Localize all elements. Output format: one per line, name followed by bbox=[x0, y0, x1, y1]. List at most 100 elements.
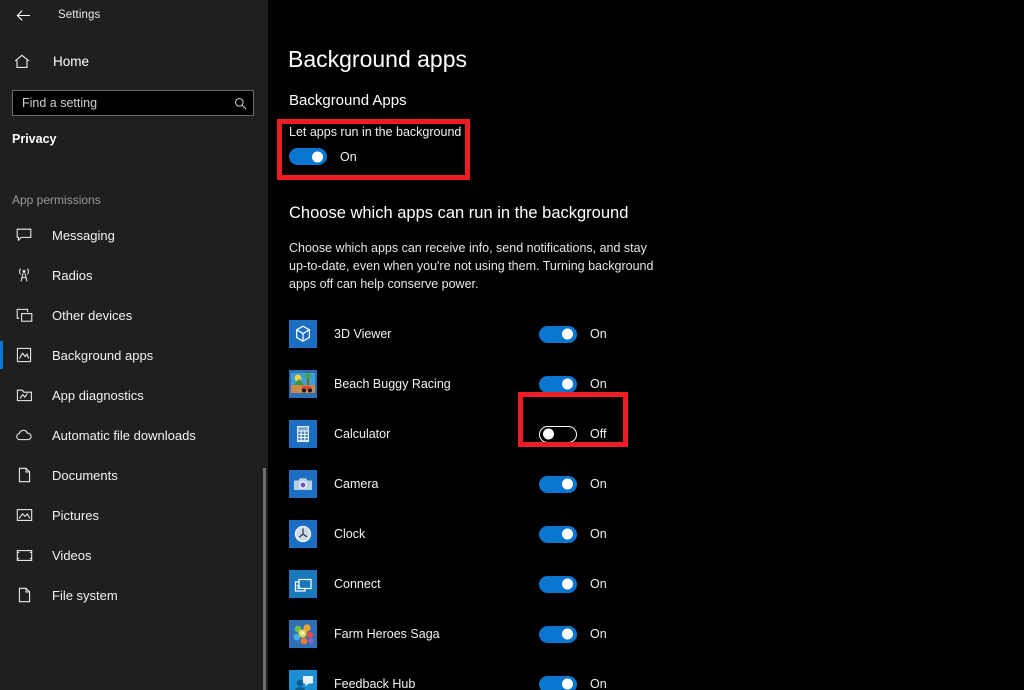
sidebar-item-label: Automatic file downloads bbox=[52, 428, 196, 443]
toggle-knob bbox=[562, 379, 573, 390]
main-content: Background apps Background Apps Let apps… bbox=[268, 0, 1024, 690]
table-row: 3D Viewer On bbox=[268, 309, 1024, 359]
app-name: Feedback Hub bbox=[334, 677, 534, 690]
title-bar: Settings bbox=[0, 0, 268, 30]
beach-buggy-racing-icon bbox=[289, 370, 317, 398]
sidebar-item-documents[interactable]: Documents bbox=[0, 455, 268, 495]
app-name: Clock bbox=[334, 527, 534, 541]
app-toggle-state: On bbox=[590, 677, 607, 690]
app-toggle-state: On bbox=[590, 577, 607, 591]
settings-window: Settings Home Privacy App permissions bbox=[0, 0, 1024, 690]
app-toggle[interactable] bbox=[539, 626, 577, 643]
calculator-icon bbox=[289, 420, 317, 448]
home-icon bbox=[14, 54, 36, 69]
picture-icon bbox=[14, 505, 34, 525]
sidebar-item-label: Pictures bbox=[52, 508, 99, 523]
app-toggle[interactable] bbox=[539, 576, 577, 593]
sidebar-scrollbar[interactable] bbox=[263, 468, 266, 690]
toggle-knob bbox=[562, 479, 573, 490]
sidebar-item-label: Messaging bbox=[52, 228, 115, 243]
background-apps-list: 3D Viewer On bbox=[268, 309, 1024, 690]
app-toggle[interactable] bbox=[539, 376, 577, 393]
app-toggle-state: On bbox=[590, 527, 607, 541]
sidebar: Settings Home Privacy App permissions bbox=[0, 0, 268, 690]
page-title: Background apps bbox=[288, 46, 1024, 73]
3d-viewer-icon bbox=[289, 320, 317, 348]
sidebar-item-label: Videos bbox=[52, 548, 92, 563]
video-icon bbox=[14, 545, 34, 565]
master-toggle-state: On bbox=[340, 150, 357, 164]
app-diagnostics-icon bbox=[14, 385, 34, 405]
app-name: Farm Heroes Saga bbox=[334, 627, 534, 641]
sidebar-item-file-system[interactable]: File system bbox=[0, 575, 268, 615]
camera-icon bbox=[289, 470, 317, 498]
sidebar-item-label: Radios bbox=[52, 268, 92, 283]
sidebar-item-label: App diagnostics bbox=[52, 388, 144, 403]
back-arrow-icon[interactable] bbox=[10, 4, 36, 26]
sidebar-section-title: Privacy bbox=[12, 132, 268, 146]
table-row: Camera On bbox=[268, 459, 1024, 509]
table-row: Farm Heroes Saga On bbox=[268, 609, 1024, 659]
sidebar-item-videos[interactable]: Videos bbox=[0, 535, 268, 575]
feedback-hub-icon bbox=[289, 670, 317, 690]
sidebar-item-automatic-file-downloads[interactable]: Automatic file downloads bbox=[0, 415, 268, 455]
search-input[interactable] bbox=[22, 96, 234, 110]
app-toggle[interactable] bbox=[539, 526, 577, 543]
connect-icon bbox=[289, 570, 317, 598]
sidebar-item-radios[interactable]: Radios bbox=[0, 255, 268, 295]
message-bubble-icon bbox=[14, 225, 34, 245]
sidebar-item-home-label: Home bbox=[53, 54, 89, 69]
toggle-knob bbox=[562, 579, 573, 590]
document-icon bbox=[14, 585, 34, 605]
app-name: Camera bbox=[334, 477, 534, 491]
background-apps-icon bbox=[14, 345, 34, 365]
let-apps-run-toggle[interactable] bbox=[289, 148, 327, 165]
background-apps-subheading: Background Apps bbox=[289, 92, 1024, 109]
choose-apps-description: Choose which apps can receive info, send… bbox=[289, 239, 667, 293]
document-icon bbox=[14, 465, 34, 485]
cloud-icon bbox=[14, 425, 34, 445]
toggle-knob bbox=[562, 529, 573, 540]
sidebar-item-label: File system bbox=[52, 588, 118, 603]
master-toggle-block: Let apps run in the background On bbox=[289, 125, 1024, 165]
sidebar-item-pictures[interactable]: Pictures bbox=[0, 495, 268, 535]
master-toggle-label: Let apps run in the background bbox=[289, 125, 1024, 139]
sidebar-item-home[interactable]: Home bbox=[0, 44, 268, 78]
table-row: Beach Buggy Racing On bbox=[268, 359, 1024, 409]
app-toggle[interactable] bbox=[539, 476, 577, 493]
search-box[interactable] bbox=[12, 90, 254, 116]
master-toggle-row: On bbox=[289, 148, 1024, 165]
search-icon[interactable] bbox=[234, 97, 247, 110]
sidebar-item-messaging[interactable]: Messaging bbox=[0, 215, 268, 255]
radio-tower-icon bbox=[14, 265, 34, 285]
app-name: Beach Buggy Racing bbox=[334, 377, 534, 391]
toggle-knob bbox=[543, 429, 554, 440]
table-row: Calculator Off bbox=[268, 409, 1024, 459]
table-row: Clock On bbox=[268, 509, 1024, 559]
sidebar-item-label: Documents bbox=[52, 468, 118, 483]
app-toggle-state: On bbox=[590, 627, 607, 641]
app-name: 3D Viewer bbox=[334, 327, 534, 341]
sidebar-item-background-apps[interactable]: Background apps bbox=[0, 335, 268, 375]
toggle-knob bbox=[312, 151, 323, 162]
sidebar-item-app-diagnostics[interactable]: App diagnostics bbox=[0, 375, 268, 415]
sidebar-nav-list: Messaging Radios bbox=[0, 215, 268, 615]
app-toggle-state: Off bbox=[590, 427, 606, 441]
app-name: Calculator bbox=[334, 427, 534, 441]
choose-apps-heading: Choose which apps can run in the backgro… bbox=[289, 204, 1024, 223]
farm-heroes-saga-icon bbox=[289, 620, 317, 648]
toggle-knob bbox=[562, 679, 573, 690]
clock-icon bbox=[289, 520, 317, 548]
toggle-knob bbox=[562, 629, 573, 640]
app-toggle-state: On bbox=[590, 477, 607, 491]
table-row: Connect On bbox=[268, 559, 1024, 609]
toggle-knob bbox=[562, 329, 573, 340]
sidebar-group-header: App permissions bbox=[12, 193, 268, 207]
app-toggle[interactable] bbox=[539, 426, 577, 443]
app-toggle-state: On bbox=[590, 377, 607, 391]
sidebar-item-other-devices[interactable]: Other devices bbox=[0, 295, 268, 335]
app-toggle[interactable] bbox=[539, 326, 577, 343]
other-devices-icon bbox=[14, 305, 34, 325]
app-toggle[interactable] bbox=[539, 676, 577, 690]
sidebar-item-label: Background apps bbox=[52, 348, 153, 363]
